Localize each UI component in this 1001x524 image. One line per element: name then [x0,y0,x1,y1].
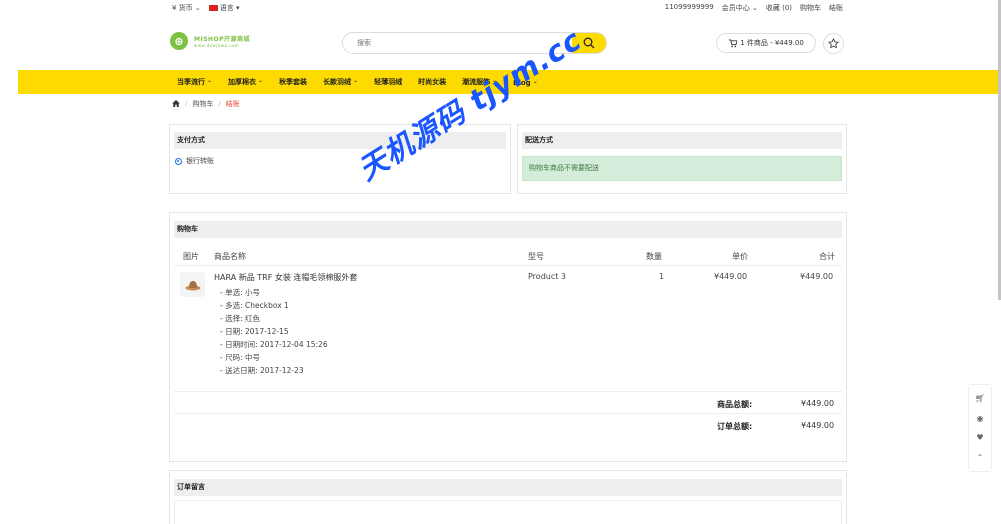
cart-panel: 购物车 图片 商品名称 型号 数量 单价 合计 HARA 新品 TRF 女装 连… [169,212,847,462]
breadcrumb-checkout[interactable]: 结账 [226,99,240,109]
member-center-link[interactable]: 会员中心 ⌄ [722,3,758,13]
product-total: ¥449.00 [800,272,834,281]
shipping-method-title: 配送方式 [522,132,842,149]
order-comment-title: 订单留言 [174,479,842,496]
product-options: - 单选: 小号 - 多选: Checkbox 1 - 选择: 红色 - 日期: 20… [220,286,328,377]
wishlist-link[interactable]: 收藏 (0) [766,3,792,13]
radio-selected[interactable] [175,157,182,165]
product-model: Product 3 [528,272,567,281]
subtotal-value: ¥449.00 [801,399,835,408]
currency-selector[interactable]: ¥ 货币 ⌄ [172,3,201,13]
menu-item-3[interactable]: 长款羽绒 ⌄ [323,77,358,87]
heart-icon[interactable]: ♥ [976,433,983,442]
menu-item-2[interactable]: 秋季套装 [279,77,307,87]
wishlist-button[interactable] [823,33,844,54]
cart-icon[interactable]: 🛒︎ [975,394,985,403]
col-unit-price: 单价 [732,252,748,261]
site-logo[interactable]: ⊕ MISHOP开源商城 www.dswinwa.com [170,32,250,50]
shipping-method-panel: 配送方式 购物车商品不需要配送 [517,124,847,194]
payment-method-panel: 支付方式 银行转账 [169,124,511,194]
phone-number: 11099999999 [664,3,714,11]
language-selector[interactable]: 语言 ▾ [208,3,240,13]
user-icon[interactable]: ◉ [977,414,984,423]
top-bar: ¥ 货币 ⌄ 语言 ▾ 11099999999 会员中心 ⌄ 收藏 (0) 购物… [0,0,1001,15]
product-option: - 选择: 红色 [220,314,261,323]
star-icon [828,38,839,49]
product-option: - 送达日期: 2017-12-23 [220,366,304,375]
chevron-down-icon: ⌄ [207,77,213,84]
order-total-label: 订单总额: [717,422,753,431]
order-comment-panel: 订单留言 [169,470,847,524]
breadcrumb-cart[interactable]: 购物车 [192,99,213,109]
product-thumbnail[interactable] [180,272,205,297]
chevron-down-icon: ⌄ [353,77,359,84]
cart-title: 购物车 [174,221,842,238]
col-total: 合计 [819,252,835,261]
breadcrumb: / 购物车 / 结账 [172,99,240,109]
col-model: 型号 [528,252,544,261]
col-quantity: 数量 [646,252,662,261]
order-comment-field[interactable] [174,500,842,524]
logo-icon: ⊕ [170,32,188,50]
cart-icon [729,38,738,47]
product-name[interactable]: HARA 新品 TRF 女装 连帽毛领棉服外套 [214,272,357,283]
col-image: 图片 [183,252,199,261]
product-option: - 尺码: 中号 [220,353,261,362]
cart-link[interactable]: 购物车 [800,3,821,13]
header-cart-button[interactable]: 1 件商品 - ¥449.00 [716,33,816,53]
china-flag-icon [208,5,218,11]
menu-item-1[interactable]: 加厚棉衣 ⌄ [228,77,263,87]
menu-item-4[interactable]: 轻薄羽绒 [374,77,402,87]
subtotal-label: 商品总额: [717,400,753,409]
payment-option-label: 银行转账 [186,157,214,165]
product-quantity: 1 [659,272,665,281]
side-toolbar: 🛒︎ ◉ ♥ ⌃ [968,384,992,472]
product-unit-price: ¥449.00 [714,272,748,281]
hat-icon [185,280,200,290]
product-option: - 多选: Checkbox 1 [220,301,289,310]
product-option: - 日期: 2017-12-15 [220,327,289,336]
product-option: - 单选: 小号 [220,288,261,297]
payment-option-bank[interactable]: 银行转账 [175,156,214,166]
logo-subtitle: www.dswinwa.com [194,43,240,48]
chevron-down-icon: ⌄ [258,77,264,84]
cart-summary: 1 件商品 - ¥449.00 [740,39,804,47]
menu-item-0[interactable]: 当季流行 ⌄ [177,77,212,87]
col-name: 商品名称 [214,252,246,261]
logo-title: MISHOP开源商城 [194,36,251,43]
checkout-link[interactable]: 结账 [829,3,843,13]
shipping-notice: 购物车商品不需要配送 [522,156,842,181]
order-total-value: ¥449.00 [801,421,835,430]
menu-item-5[interactable]: 时尚女装 [418,77,446,87]
product-option: - 日期时间: 2017-12-04 15:26 [220,340,328,349]
back-to-top-icon[interactable]: ⌃ [977,453,984,462]
home-icon[interactable] [172,99,180,109]
